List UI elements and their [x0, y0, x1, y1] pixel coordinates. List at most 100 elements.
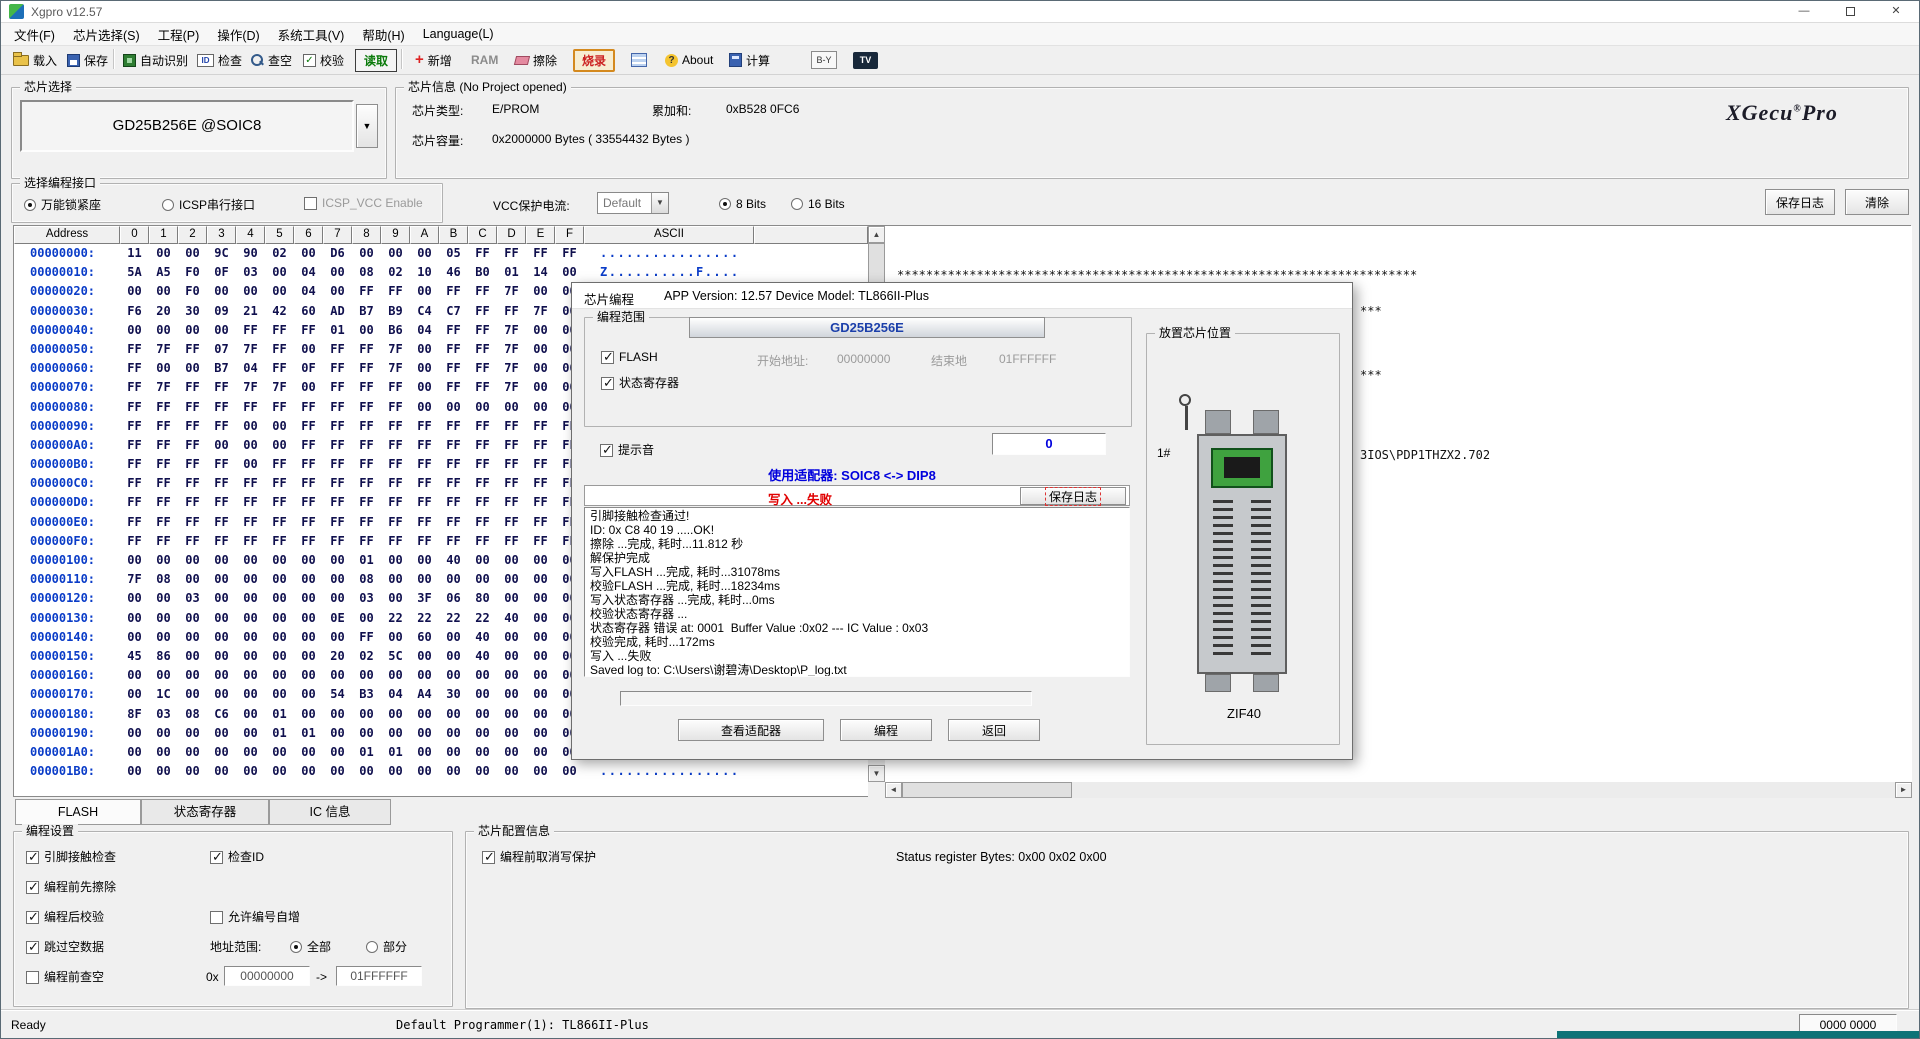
hex-byte[interactable]: 00 — [207, 685, 236, 704]
hex-byte[interactable]: FF — [497, 244, 526, 263]
hex-byte[interactable]: 00 — [236, 666, 265, 685]
hex-byte[interactable]: 00 — [323, 724, 352, 743]
hex-byte[interactable]: FF — [352, 398, 381, 417]
hex-byte[interactable]: 7F — [497, 359, 526, 378]
hex-byte[interactable]: A4 — [410, 685, 439, 704]
checkbox-unprotect[interactable]: 编程前取消写保护 — [482, 848, 596, 865]
hex-byte[interactable]: 02 — [381, 263, 410, 282]
hex-byte[interactable]: FF — [178, 513, 207, 532]
hex-byte[interactable]: 00 — [236, 551, 265, 570]
hex-byte[interactable]: 00 — [410, 570, 439, 589]
hex-byte[interactable]: 20 — [149, 302, 178, 321]
program-button[interactable]: 编程 — [840, 719, 932, 741]
hex-byte[interactable]: FF — [236, 532, 265, 551]
hex-byte[interactable]: 00 — [178, 762, 207, 781]
hex-byte[interactable]: 00 — [323, 743, 352, 762]
hex-byte[interactable]: FF — [149, 493, 178, 512]
hex-byte[interactable]: 22 — [381, 609, 410, 628]
radio-universal-socket[interactable]: 万能锁紧座 — [24, 196, 101, 213]
hex-byte[interactable]: 00 — [323, 666, 352, 685]
hex-byte[interactable]: FF — [265, 340, 294, 359]
hex-byte[interactable]: FF — [381, 493, 410, 512]
hex-byte[interactable]: 00 — [236, 647, 265, 666]
hex-byte[interactable]: 00 — [178, 666, 207, 685]
hex-byte[interactable]: 00 — [149, 666, 178, 685]
addr-start-input[interactable]: 00000000 — [224, 966, 310, 986]
hex-byte[interactable]: 00 — [468, 551, 497, 570]
hex-byte[interactable]: 00 — [178, 551, 207, 570]
hex-byte[interactable]: 00 — [468, 666, 497, 685]
hex-byte[interactable]: 00 — [178, 609, 207, 628]
hex-byte[interactable]: FF — [294, 513, 323, 532]
hex-byte[interactable]: FF — [439, 378, 468, 397]
hex-byte[interactable]: FF — [439, 513, 468, 532]
hex-byte[interactable]: 46 — [439, 263, 468, 282]
hex-byte[interactable]: 00 — [207, 762, 236, 781]
hex-byte[interactable]: 00 — [526, 551, 555, 570]
hex-byte[interactable]: 09 — [207, 302, 236, 321]
hex-byte[interactable]: 00 — [236, 570, 265, 589]
hex-byte[interactable]: 00 — [323, 705, 352, 724]
hex-byte[interactable]: 00 — [526, 321, 555, 340]
hex-byte[interactable]: 30 — [178, 302, 207, 321]
hex-byte[interactable]: 00 — [178, 724, 207, 743]
hex-byte[interactable]: 00 — [294, 570, 323, 589]
hex-byte[interactable]: 00 — [294, 762, 323, 781]
hex-byte[interactable]: FF — [323, 398, 352, 417]
hex-byte[interactable]: 00 — [497, 666, 526, 685]
hex-byte[interactable]: FF — [381, 455, 410, 474]
hex-byte[interactable]: 00 — [149, 359, 178, 378]
scrollbar-thumb[interactable] — [868, 243, 885, 285]
hex-byte[interactable]: 00 — [497, 589, 526, 608]
hex-byte[interactable]: 00 — [410, 743, 439, 762]
hex-byte[interactable]: 7F — [149, 378, 178, 397]
hex-byte[interactable]: 00 — [497, 762, 526, 781]
hex-byte[interactable]: 00 — [439, 724, 468, 743]
hex-byte[interactable]: 20 — [323, 647, 352, 666]
hex-byte[interactable]: 00 — [381, 762, 410, 781]
hex-byte[interactable]: FF — [294, 398, 323, 417]
radio-icsp[interactable]: ICSP串行接口 — [162, 196, 255, 213]
menu-item[interactable]: 帮助(H) — [353, 25, 413, 44]
dialog-title-bar[interactable]: 芯片编程 APP Version: 12.57 Device Model: TL… — [572, 283, 1352, 309]
hex-byte[interactable]: 00 — [410, 705, 439, 724]
hex-byte[interactable]: FF — [120, 398, 149, 417]
hex-byte[interactable]: FF — [120, 417, 149, 436]
hex-byte[interactable]: FF — [381, 474, 410, 493]
hex-byte[interactable]: 00 — [120, 589, 149, 608]
hex-byte[interactable]: 80 — [468, 589, 497, 608]
hex-byte[interactable]: FF — [439, 359, 468, 378]
hex-byte[interactable]: FF — [323, 474, 352, 493]
hex-byte[interactable]: 00 — [497, 647, 526, 666]
hex-byte[interactable]: 00 — [468, 685, 497, 704]
hex-byte[interactable]: 00 — [120, 609, 149, 628]
hex-byte[interactable]: 00 — [236, 436, 265, 455]
hex-byte[interactable]: FF — [207, 417, 236, 436]
hex-byte[interactable]: FF — [265, 532, 294, 551]
hex-byte[interactable]: FF — [497, 532, 526, 551]
hex-byte[interactable]: FF — [323, 378, 352, 397]
hex-byte[interactable]: 10 — [410, 263, 439, 282]
hex-byte[interactable]: 30 — [439, 685, 468, 704]
hex-byte[interactable]: 00 — [120, 282, 149, 301]
hex-byte[interactable]: FF — [526, 474, 555, 493]
hex-byte[interactable]: FF — [468, 244, 497, 263]
hex-byte[interactable]: 7F — [236, 378, 265, 397]
hex-byte[interactable]: 08 — [352, 263, 381, 282]
hex-byte[interactable]: FF — [468, 340, 497, 359]
hex-byte[interactable]: 00 — [294, 340, 323, 359]
hex-byte[interactable]: 7F — [381, 359, 410, 378]
hex-byte[interactable]: 00 — [352, 609, 381, 628]
hex-byte[interactable]: 42 — [265, 302, 294, 321]
hex-byte[interactable]: 00 — [497, 705, 526, 724]
hex-byte[interactable]: 00 — [294, 743, 323, 762]
hex-byte[interactable]: 00 — [120, 762, 149, 781]
hex-byte[interactable]: 00 — [468, 762, 497, 781]
hex-byte[interactable]: 00 — [526, 589, 555, 608]
hex-byte[interactable]: 04 — [410, 321, 439, 340]
hex-byte[interactable]: FF — [526, 436, 555, 455]
hex-byte[interactable]: FF — [149, 436, 178, 455]
hex-byte[interactable]: 00 — [236, 705, 265, 724]
hex-byte[interactable]: 5C — [381, 647, 410, 666]
hex-byte[interactable]: 00 — [468, 743, 497, 762]
